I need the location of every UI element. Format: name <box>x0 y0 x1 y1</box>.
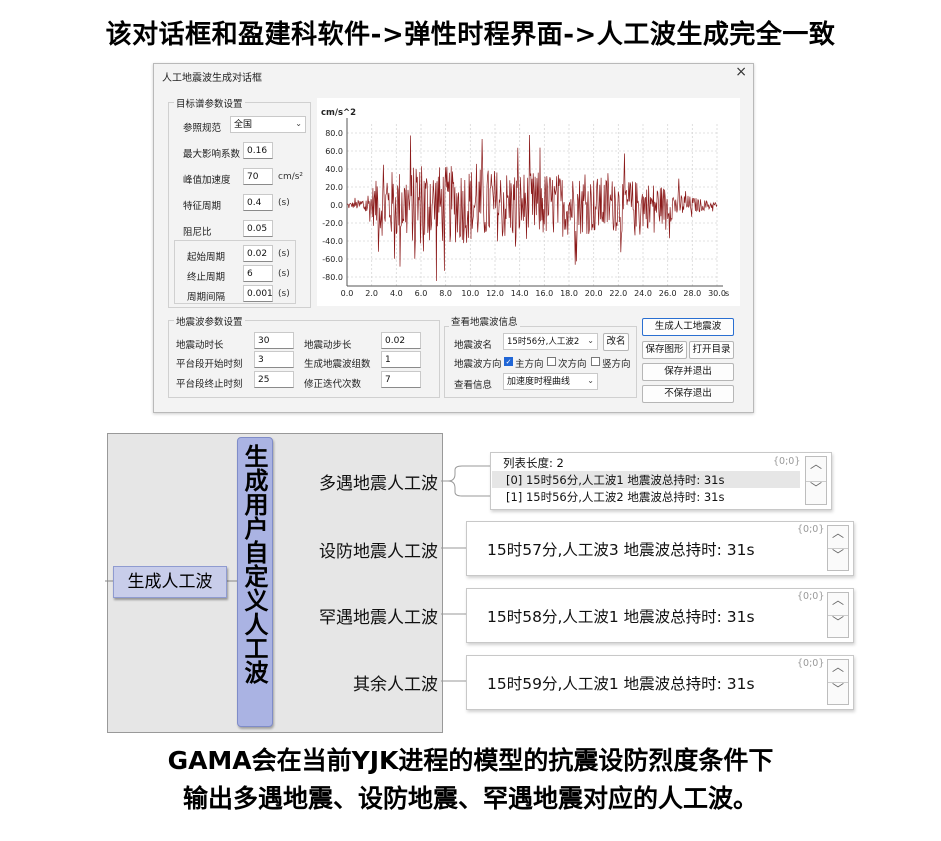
branch1-connector-top <box>441 465 490 482</box>
branch-other[interactable]: 其余人工波 <box>268 670 438 695</box>
caption-line-1: GAMA会在当前YJK进程的模型的抗震设防烈度条件下 <box>167 746 774 775</box>
list-item-text: [0] 15时56分,人工波1 地震波总持时: 31s <box>506 473 725 487</box>
chevron-up-icon[interactable]: ︿ <box>806 457 826 482</box>
branch-rare[interactable]: 罕遇地震人工波 <box>268 603 438 628</box>
rare-value: 15时58分,人工波1 地震波总持时: 31s <box>487 608 755 626</box>
caption-line-2: 输出多遇地震、设防地震、罕遇地震对应的人工波。 <box>182 784 758 813</box>
rare-spinner[interactable]: ︿ ﹀ <box>827 592 849 638</box>
design-value: 15时57分,人工波3 地震波总持时: 31s <box>487 541 755 559</box>
root-node[interactable]: 生成人工波 <box>113 566 227 598</box>
list-item[interactable]: [1] 15时56分,人工波2 地震波总持时: 31s <box>492 488 800 505</box>
other-value: 15时59分,人工波1 地震波总持时: 31s <box>487 675 755 693</box>
rare-value-box: 15时58分,人工波1 地震波总持时: 31s {0;0} ︿ ﹀ <box>466 588 854 643</box>
chevron-down-icon[interactable]: ﹀ <box>806 481 826 505</box>
chevron-down-icon[interactable]: ﹀ <box>828 682 848 704</box>
chevron-down-icon[interactable]: ﹀ <box>828 548 848 570</box>
other-coord: {0;0} <box>797 658 825 669</box>
design-value-box: 15时57分,人工波3 地震波总持时: 31s {0;0} ︿ ﹀ <box>466 521 854 576</box>
main-node-label: 生成用户自定义人工波 <box>240 444 268 684</box>
list-length-label: 列表长度: 2 <box>503 456 564 470</box>
design-spinner[interactable]: ︿ ﹀ <box>827 525 849 571</box>
chevron-down-icon[interactable]: ﹀ <box>828 615 848 637</box>
chevron-up-icon[interactable]: ︿ <box>828 660 848 683</box>
branch-frequent[interactable]: 多遇地震人工波 <box>268 469 438 494</box>
chevron-up-icon[interactable]: ︿ <box>828 593 848 616</box>
list-scroll-spinner[interactable]: ︿ ﹀ <box>805 456 827 505</box>
design-coord: {0;0} <box>797 524 825 535</box>
list-item[interactable]: [0] 15时56分,人工波1 地震波总持时: 31s <box>492 471 800 488</box>
frequent-list-box: 列表长度: 2 {0;0} [0] 15时56分,人工波1 地震波总持时: 31… <box>490 452 832 510</box>
branch1-connector-bottom <box>441 480 490 497</box>
list-coord: {0;0} <box>773 456 801 467</box>
branch-design[interactable]: 设防地震人工波 <box>268 537 438 562</box>
rare-coord: {0;0} <box>797 591 825 602</box>
mindmap-connectors <box>105 465 490 682</box>
other-value-box: 15时59分,人工波1 地震波总持时: 31s {0;0} ︿ ﹀ <box>466 655 854 710</box>
list-item-text: [1] 15时56分,人工波2 地震波总持时: 31s <box>506 490 725 504</box>
other-spinner[interactable]: ︿ ﹀ <box>827 659 849 705</box>
chevron-up-icon[interactable]: ︿ <box>828 526 848 549</box>
